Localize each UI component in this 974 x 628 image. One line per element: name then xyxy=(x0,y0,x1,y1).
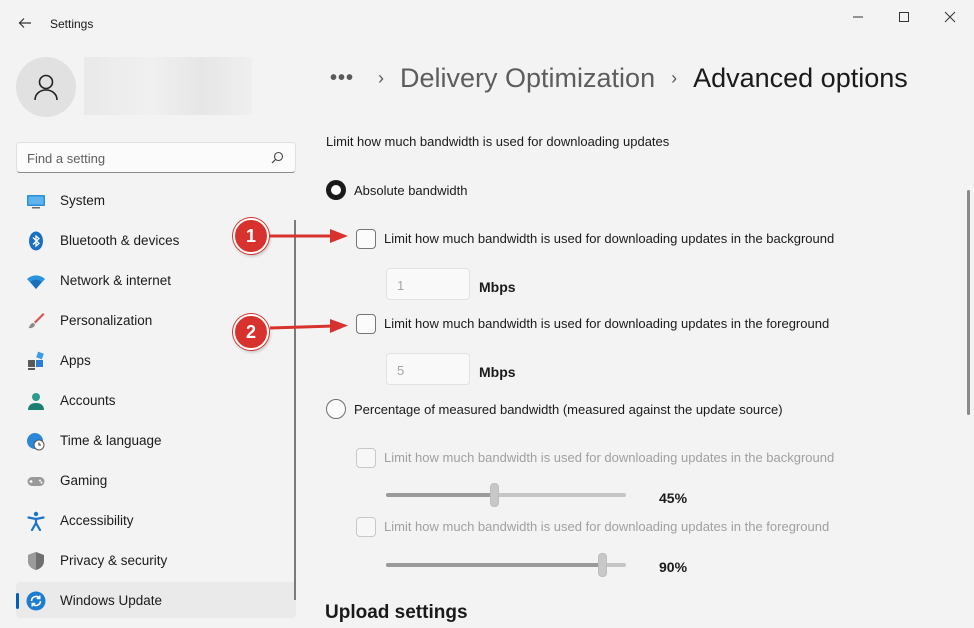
breadcrumb-delivery-optimization[interactable]: Delivery Optimization xyxy=(400,63,655,94)
gamepad-icon xyxy=(27,477,45,486)
windows-update-icon xyxy=(26,591,46,611)
foreground-mbps-value: 5 xyxy=(397,363,405,378)
sidebar-scrollbar[interactable] xyxy=(294,220,296,600)
annotation-number: 1 xyxy=(245,225,256,246)
back-arrow-icon xyxy=(18,18,31,28)
sidebar-item-time-language[interactable]: Time & language xyxy=(16,422,296,458)
user-icon xyxy=(34,74,58,101)
percentage-background-checkbox[interactable] xyxy=(356,448,376,468)
sidebar-item-label: Gaming xyxy=(60,473,108,488)
breadcrumb: ••• › Delivery Optimization › Advanced o… xyxy=(330,58,908,98)
maximize-icon xyxy=(899,12,909,22)
absolute-background-checkbox[interactable] xyxy=(356,229,376,249)
annotation-number: 2 xyxy=(245,321,256,342)
slider-fill xyxy=(386,493,494,497)
page-title: Advanced options xyxy=(693,62,908,93)
accessibility-icon xyxy=(27,511,45,531)
absolute-background-label: Limit how much bandwidth is used for dow… xyxy=(384,231,835,246)
background-mbps-unit: Mbps xyxy=(479,279,516,295)
chevron-right-icon: › xyxy=(671,67,678,88)
profile-info-redacted xyxy=(84,57,252,115)
foreground-percent-slider[interactable] xyxy=(386,553,626,577)
absolute-bandwidth-label: Absolute bandwidth xyxy=(354,183,468,198)
percentage-background-label: Limit how much bandwidth is used for dow… xyxy=(384,450,835,465)
search-icon xyxy=(271,151,284,164)
background-percent-value: 45% xyxy=(659,490,688,506)
minimize-button[interactable] xyxy=(838,4,878,30)
annotation-marker-2: 2 xyxy=(233,314,269,350)
sidebar-item-windows-update[interactable]: Windows Update xyxy=(16,582,296,618)
maximize-button[interactable] xyxy=(884,4,924,30)
close-button[interactable] xyxy=(930,4,970,30)
search-input[interactable]: Find a setting xyxy=(16,142,296,173)
sidebar-item-label: Apps xyxy=(60,353,91,368)
app-title: Settings xyxy=(50,17,94,31)
sidebar-item-label: Windows Update xyxy=(60,593,163,608)
sidebar-item-label: Personalization xyxy=(60,313,153,328)
paintbrush-icon xyxy=(28,313,45,329)
percentage-bandwidth-radio[interactable] xyxy=(326,399,346,419)
foreground-percent-value: 90% xyxy=(659,559,688,575)
absolute-foreground-label: Limit how much bandwidth is used for dow… xyxy=(384,316,830,331)
minimize-icon xyxy=(853,16,863,18)
wifi-icon xyxy=(27,275,45,289)
system-display-icon xyxy=(27,195,45,209)
foreground-mbps-input[interactable]: 5 xyxy=(386,353,470,385)
background-mbps-input[interactable]: 1 xyxy=(386,268,470,300)
percentage-bandwidth-label: Percentage of measured bandwidth (measur… xyxy=(354,402,783,417)
sidebar-item-gaming[interactable]: Gaming xyxy=(16,462,296,498)
foreground-mbps-unit: Mbps xyxy=(479,364,516,380)
bandwidth-description: Limit how much bandwidth is used for dow… xyxy=(326,134,670,149)
sidebar-item-privacy[interactable]: Privacy & security xyxy=(16,542,296,578)
sidebar-item-label: Time & language xyxy=(60,433,162,448)
background-percent-slider[interactable] xyxy=(386,483,626,507)
slider-fill xyxy=(386,563,602,567)
slider-thumb[interactable] xyxy=(597,553,607,577)
clock-globe-icon xyxy=(27,433,45,451)
sidebar-item-label: Bluetooth & devices xyxy=(60,233,180,248)
sidebar-item-label: System xyxy=(60,193,106,208)
close-icon xyxy=(944,11,956,23)
sidebar-item-label: Accessibility xyxy=(60,513,134,528)
shield-icon xyxy=(28,552,44,570)
background-mbps-value: 1 xyxy=(397,278,405,293)
absolute-foreground-checkbox[interactable] xyxy=(356,314,376,334)
sidebar-item-label: Accounts xyxy=(60,393,116,408)
upload-settings-heading: Upload settings xyxy=(325,602,468,623)
accounts-icon xyxy=(28,393,44,410)
back-button[interactable] xyxy=(14,12,36,34)
sidebar-item-accessibility[interactable]: Accessibility xyxy=(16,502,296,538)
absolute-bandwidth-radio[interactable] xyxy=(326,180,346,200)
percentage-foreground-checkbox[interactable] xyxy=(356,517,376,537)
main-scrollbar[interactable] xyxy=(967,190,970,415)
sidebar-item-accounts[interactable]: Accounts xyxy=(16,382,296,418)
annotation-arrow-2 xyxy=(269,319,348,333)
bluetooth-icon xyxy=(29,231,43,251)
annotation-marker-1: 1 xyxy=(233,218,269,254)
sidebar-item-system[interactable]: System xyxy=(16,182,296,218)
annotation-arrow-1 xyxy=(270,229,348,243)
sidebar-item-label: Privacy & security xyxy=(60,553,168,568)
title-bar: Settings xyxy=(0,0,974,48)
sidebar-item-network[interactable]: Network & internet xyxy=(16,262,296,298)
avatar[interactable] xyxy=(16,57,76,117)
search-placeholder: Find a setting xyxy=(27,151,106,166)
percentage-foreground-label: Limit how much bandwidth is used for dow… xyxy=(384,519,830,534)
breadcrumb-more-button[interactable]: ••• xyxy=(330,67,354,90)
apps-icon xyxy=(28,351,44,370)
sidebar-item-label: Network & internet xyxy=(60,273,172,288)
slider-thumb[interactable] xyxy=(489,483,499,507)
chevron-right-icon: › xyxy=(378,67,385,88)
